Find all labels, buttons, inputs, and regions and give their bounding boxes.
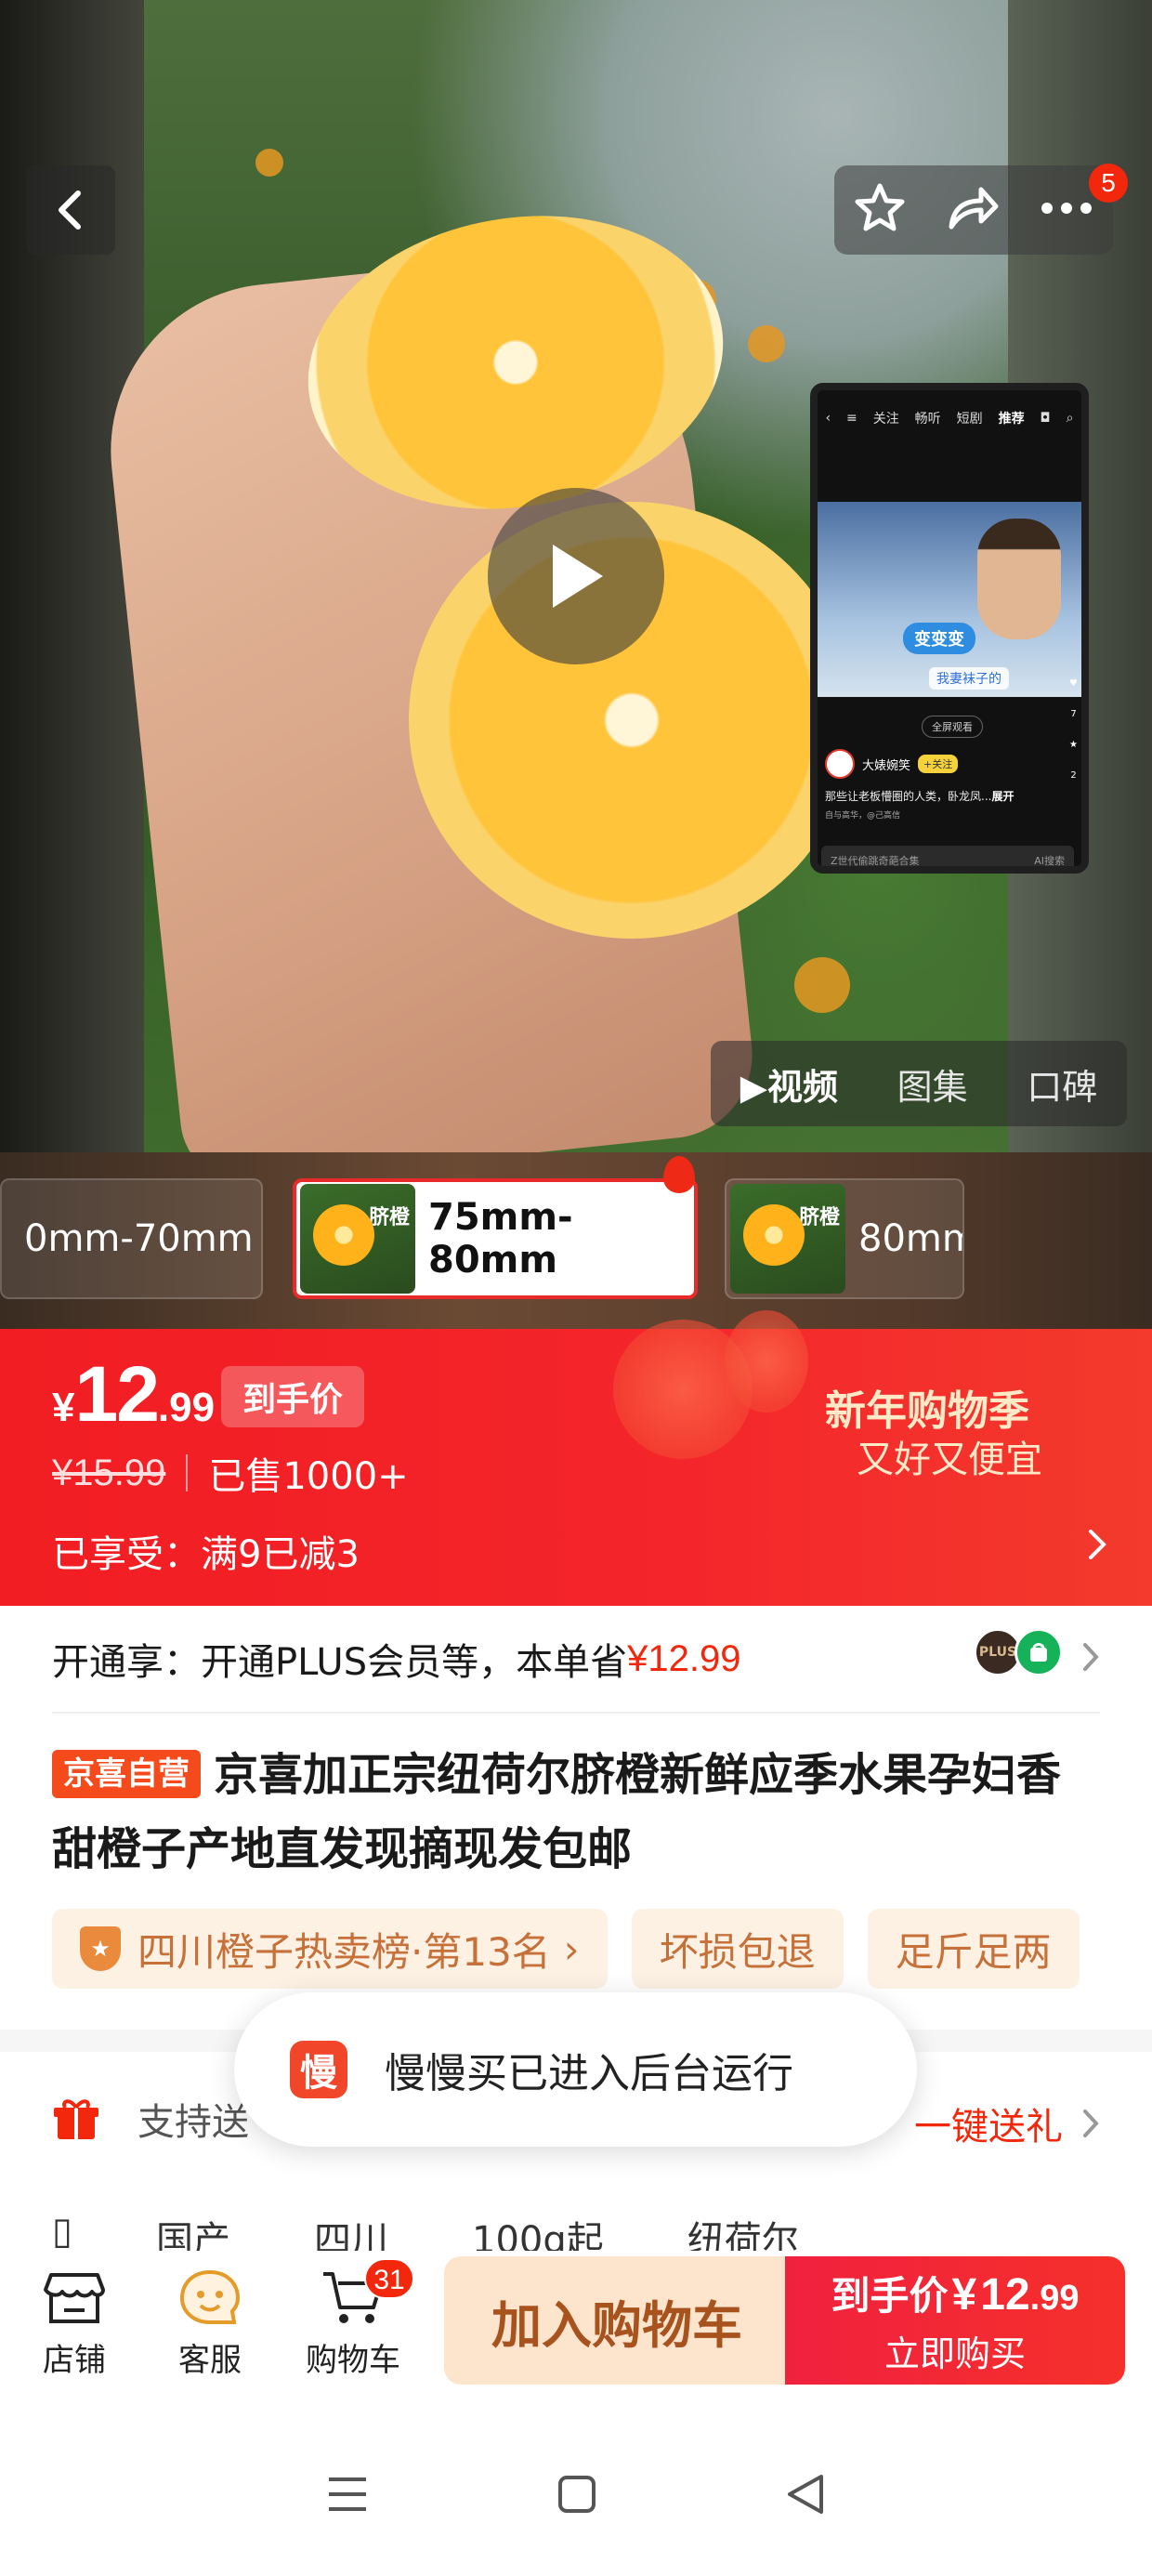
mini-author: 大婊婉笑 +关注 [825,749,959,779]
avatar[interactable] [825,749,855,779]
variant-thumbnail: 脐橙 [300,1184,415,1294]
gift-label: 支持送 [137,2101,249,2144]
hot-flame-icon [663,1156,695,1193]
star-icon [855,183,905,231]
plus-label: 开通享：开通PLUS会员等，本单省 [52,1641,628,1684]
more-badge: 5 [1089,164,1128,203]
author-name: 大婊婉笑 [862,758,911,773]
chevron-right-icon[interactable] [1087,1528,1107,1561]
product-title-text: 京喜加正宗纽荷尔脐橙新鲜应季水果孕妇香甜橙子产地直发现摘现发包邮 [52,1749,1062,1875]
collect-count: 2 [1070,770,1077,781]
variant-selector: 0mm-70mm 脐橙 75mm-80mm 脐橙 80mm 共3款 [0,1152,1152,2427]
mini-tab-bar: ‹ ≡ 关注 畅听 短剧 推荐 ◘ ⌕ [818,390,1081,446]
chevron-right-icon [1083,1643,1099,1671]
mini-video-caption: 变变变 [903,623,975,654]
document-icon: ▯ [52,2210,73,2251]
variant-thumbnail: 脐橙 [730,1184,845,1294]
spec-row: ▯ 国产 四川 100g起 纽荷尔 [52,2210,799,2251]
send-gift-link[interactable]: 一键送礼 [914,2096,1063,2150]
search-icon[interactable]: ⌕ [1067,411,1074,426]
tab-video[interactable]: ▶视频 [740,1058,838,1110]
mini-meta: 自与高华，@己高信 [825,811,901,821]
chevron-right-icon: › [563,1925,580,1972]
share-button[interactable] [944,180,1001,240]
variant-option[interactable]: 0mm-70mm [0,1178,263,1299]
mini-search-bar[interactable]: Z世代偷跳奇葩合集 AI搜索 [821,846,1074,866]
mini-tab[interactable]: 关注 [873,409,899,427]
favorite-button[interactable] [852,180,908,240]
back-button[interactable] [26,165,115,255]
cart-count-badge: 31 [364,2258,414,2299]
more-button[interactable] [1038,199,1095,221]
plus-saving: ¥12.99 [627,1637,741,1679]
home-square-icon[interactable] [556,2474,597,2518]
add-to-cart-button[interactable]: 加入购物车 [444,2256,790,2385]
mini-tab[interactable]: 推荐 [999,409,1025,427]
final-price-tag: 到手价 [221,1366,364,1427]
tab-reviews[interactable]: 口碑 [1027,1058,1097,1110]
product-title: 京喜自营 京喜加正宗纽荷尔脐橙新鲜应季水果孕妇香甜橙子产地直发现摘现发包邮 [52,1738,1102,1886]
customer-service-button[interactable]: 客服 [145,2260,275,2380]
play-icon [553,545,603,608]
original-price: ¥15.99 [52,1452,166,1493]
toast-message: 慢慢买已进入后台运行 [385,2050,793,2097]
mini-tab[interactable]: 畅听 [915,409,941,427]
app-icon: 慢 [290,2041,347,2098]
cart-button[interactable]: 购物车 31 [288,2258,418,2380]
ai-search-button[interactable]: AI搜索 [1034,853,1065,866]
price-meta: ¥15.99 已售1000+ [52,1446,409,1500]
lantern-decoration [725,1310,808,1413]
mini-side-actions: ♥ 7 ★ 2 [1069,678,1078,781]
more-icon [1041,203,1092,214]
buy-now-button[interactable]: 到手价 ¥ 12 .99 立即购买 [785,2256,1125,2385]
price: ¥ 12 .99 [52,1350,216,1438]
menu-icon[interactable] [325,2474,370,2518]
person-image [977,519,1061,639]
mini-tab[interactable]: 短剧 [957,409,983,427]
variant-option[interactable]: 脐橙 80mm [725,1178,964,1299]
variant-option-selected[interactable]: 脐橙 75mm-80mm [293,1178,698,1299]
plus-membership-row[interactable]: 开通享：开通PLUS会员等，本单省 ¥12.99 PLUS [52,1606,1100,1714]
festival-subtitle: 又好又便宜 [857,1439,1042,1481]
mini-video-subtitle: 我妻袜子的 [929,667,1009,690]
top-action-group [834,165,1113,255]
price-banner: ¥ 12 .99 到手价 ¥15.99 已售1000+ 已享受：满9已减3 新年… [0,1310,1152,1606]
gift-icon [54,2099,98,2139]
menu-icon[interactable]: ≡ [846,411,857,426]
festival-title: 新年购物季 [825,1387,1029,1435]
shopping-bag-icon [1015,1628,1063,1676]
fullscreen-pill[interactable]: 全屏观看 [922,716,983,738]
camera-icon[interactable]: ◘ [1041,411,1051,426]
store-icon [37,2260,111,2334]
share-icon [949,187,999,230]
sold-count: 已售1000+ [208,1455,409,1498]
tab-gallery[interactable]: 图集 [897,1058,968,1110]
self-operated-tag: 京喜自营 [52,1750,201,1798]
star-icon[interactable]: ★ [1069,740,1078,750]
ranking-chip[interactable]: ★ 四川橙子热卖榜·第13名 › [52,1909,608,1989]
media-tabs: ▶视频 图集 口碑 [711,1041,1127,1126]
store-button[interactable]: 店铺 [9,2260,139,2380]
comment-count: 7 [1070,709,1077,719]
system-navigation-bar [0,2416,1152,2576]
chevron-left-icon [59,191,81,230]
play-button[interactable] [488,488,664,664]
full-weight-chip[interactable]: 足斤足两 [867,1909,1080,1989]
service-face-icon [173,2260,247,2334]
expand-link[interactable]: 展开 [991,790,1014,803]
rank-badge-icon: ★ [80,1926,121,1971]
follow-button[interactable]: +关注 [918,755,959,773]
damage-refund-chip[interactable]: 坏损包退 [631,1909,844,1989]
chevron-right-icon [1083,2109,1099,2137]
back-triangle-icon[interactable] [784,2473,827,2519]
service-chips: ★ 四川橙子热卖榜·第13名 › 坏损包退 足斤足两 [52,1909,1080,1989]
product-media-gallery[interactable]: 5 ‹ ≡ 关注 畅听 短剧 推荐 ◘ ⌕ 变变变 我妻袜子的 全屏观看 ♥ 7… [0,0,1152,1152]
mini-description: 那些让老板懵圈的人类，卧龙凤...展开 [825,790,1015,803]
chevron-left-icon[interactable]: ‹ [825,411,831,426]
background-running-toast: 慢 慢慢买已进入后台运行 [234,1992,917,2147]
floating-video-window[interactable]: ‹ ≡ 关注 畅听 短剧 推荐 ◘ ⌕ 变变变 我妻袜子的 全屏观看 ♥ 7 ★… [810,383,1089,874]
promotion-text[interactable]: 已享受：满9已减3 [52,1524,360,1578]
heart-icon[interactable]: ♥ [1069,678,1078,689]
